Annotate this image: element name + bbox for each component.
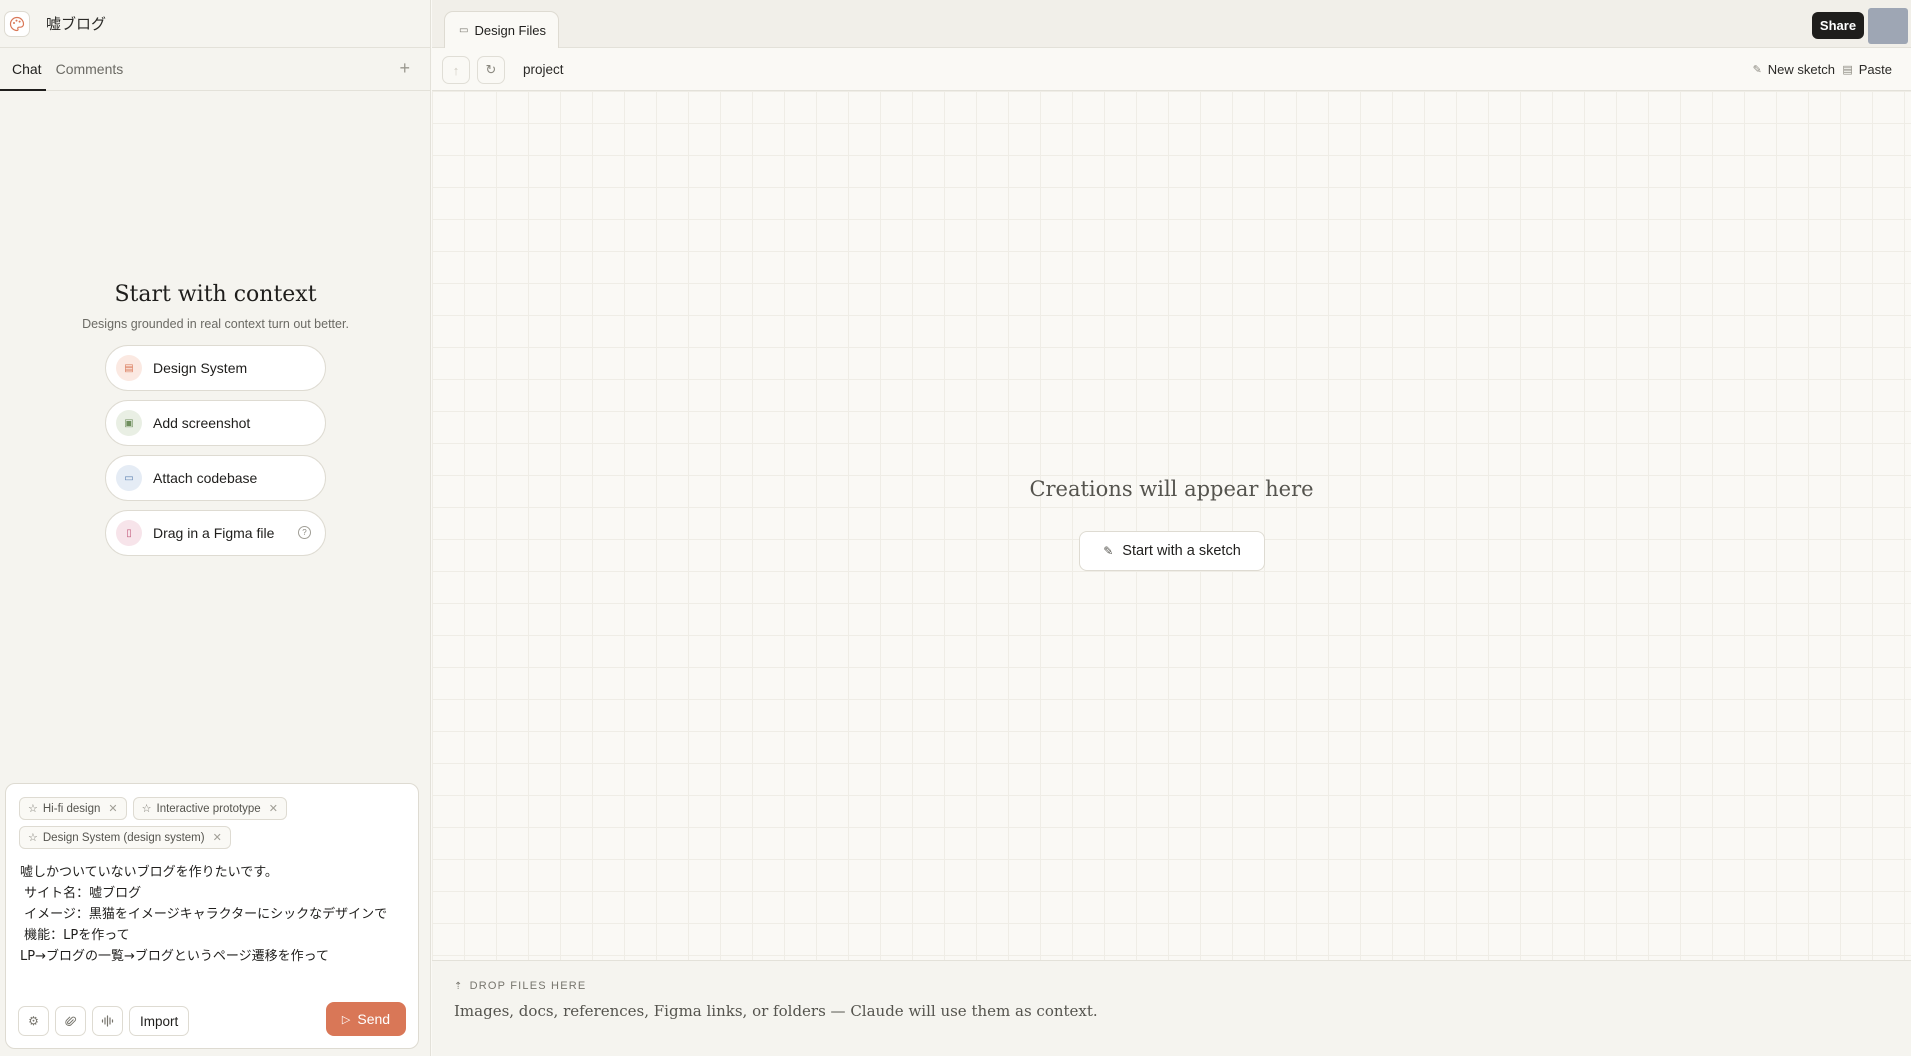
chip-label: Hi-fi design (42, 802, 101, 815)
design-system-label: Design System (153, 360, 248, 376)
send-button[interactable]: ▷ Send (326, 1002, 406, 1036)
send-icon: ▷ (341, 1013, 351, 1026)
breadcrumb[interactable]: project (523, 62, 564, 77)
start-sketch-label: Start with a sketch (1122, 543, 1241, 559)
composer-tools: ⚙ Import (18, 1006, 190, 1036)
clipboard-icon: ▤ (1842, 64, 1853, 76)
canvas[interactable]: Creations will appear here ✎ Start with … (432, 91, 1911, 960)
refresh-icon[interactable]: ↻ (477, 56, 505, 84)
chip-label: Interactive prototype (156, 802, 261, 815)
up-arrow-icon[interactable]: ↑ (442, 56, 470, 84)
project-header: 嘘ブログ (0, 0, 430, 48)
paste-button[interactable]: ▤ Paste (1842, 62, 1892, 77)
chip-list: ☆ Hi-fi design ✕ ☆ Interactive prototype… (19, 797, 409, 855)
tab-label: Design Files (474, 23, 546, 38)
chip-interactive-prototype[interactable]: ☆ Interactive prototype ✕ (132, 797, 287, 820)
attach-codebase-label: Attach codebase (153, 470, 258, 486)
upload-icon: ⇡ (454, 980, 464, 992)
file-icon: ▭ (459, 25, 469, 36)
import-button[interactable]: Import (129, 1006, 190, 1036)
add-tab-button[interactable]: + (399, 58, 410, 79)
drop-zone[interactable]: ⇡ DROP FILES HERE Images, docs, referenc… (432, 960, 1911, 1056)
design-system-button[interactable]: ▤ Design System (105, 345, 326, 391)
context-subtitle: Designs grounded in real context turn ou… (82, 317, 349, 331)
drop-heading: ⇡ DROP FILES HERE (454, 980, 586, 992)
send-label: Send (357, 1011, 391, 1027)
design-system-icon: ▤ (116, 355, 142, 381)
attach-icon[interactable] (55, 1006, 86, 1036)
star-icon: ☆ (141, 803, 152, 815)
chat-tabs: Chat Comments + (0, 48, 430, 91)
image-icon: ▣ (116, 410, 142, 436)
project-title[interactable]: 嘘ブログ (46, 13, 106, 34)
files-topbar: ▭ Design Files Share (432, 0, 1911, 49)
new-sketch-button[interactable]: ✎ New sketch (1753, 62, 1835, 77)
figma-file-label: Drag in a Figma file (153, 525, 275, 541)
chat-panel: 嘘ブログ Chat Comments + Start with context … (0, 0, 431, 1056)
help-icon[interactable]: ? (298, 526, 311, 539)
attach-codebase-button[interactable]: ▭ Attach codebase (105, 455, 326, 501)
start-sketch-button[interactable]: ✎ Start with a sketch (1079, 531, 1265, 571)
context-options: ▤ Design System ▣ Add screenshot ▭ Attac… (105, 345, 326, 556)
pencil-icon: ✎ (1103, 544, 1114, 558)
new-sketch-label: New sketch (1767, 62, 1835, 77)
chip-label: Design System (design system) (42, 831, 205, 844)
tab-comments[interactable]: Comments (56, 48, 124, 90)
close-icon[interactable]: ✕ (269, 802, 278, 815)
drop-description: Images, docs, references, Figma links, o… (454, 1002, 1098, 1020)
settings-icon[interactable]: ⚙ (18, 1006, 49, 1036)
star-icon: ☆ (28, 832, 38, 844)
context-section: Start with context Designs grounded in r… (0, 282, 431, 565)
paste-label: Paste (1858, 62, 1892, 77)
empty-state-title: Creations will appear here (1029, 477, 1314, 501)
figma-file-icon: ▯ (116, 520, 142, 546)
drop-heading-label: DROP FILES HERE (469, 980, 587, 992)
files-panel: ▭ Design Files Share ↑ ↻ project ✎ New s… (432, 0, 1911, 1056)
add-screenshot-label: Add screenshot (153, 415, 251, 431)
context-title: Start with context (114, 282, 317, 307)
avatar[interactable] (1868, 8, 1908, 44)
close-icon[interactable]: ✕ (213, 831, 222, 844)
add-screenshot-button[interactable]: ▣ Add screenshot (105, 400, 326, 446)
pencil-icon: ✎ (1752, 64, 1762, 76)
folder-icon: ▭ (116, 465, 142, 491)
palette-icon[interactable] (4, 10, 30, 37)
chip-design-system[interactable]: ☆ Design System (design system) ✕ (19, 826, 231, 849)
star-icon: ☆ (28, 803, 38, 815)
tab-design-files[interactable]: ▭ Design Files (444, 11, 559, 49)
tab-chat[interactable]: Chat (0, 48, 46, 91)
voice-icon[interactable] (92, 1006, 123, 1036)
share-button[interactable]: Share (1812, 12, 1864, 39)
close-icon[interactable]: ✕ (108, 802, 117, 815)
files-toolbar: ↑ ↻ project ✎ New sketch ▤ Paste (432, 48, 1911, 91)
prompt-input[interactable]: 嘘しかついていないブログを作りたいです。 サイト名：嘘ブログ イメージ：黒猫をイ… (20, 862, 415, 967)
chip-hifi-design[interactable]: ☆ Hi-fi design ✕ (19, 797, 127, 820)
figma-file-button[interactable]: ▯ Drag in a Figma file ? (105, 510, 326, 556)
prompt-composer: ☆ Hi-fi design ✕ ☆ Interactive prototype… (5, 783, 419, 1049)
